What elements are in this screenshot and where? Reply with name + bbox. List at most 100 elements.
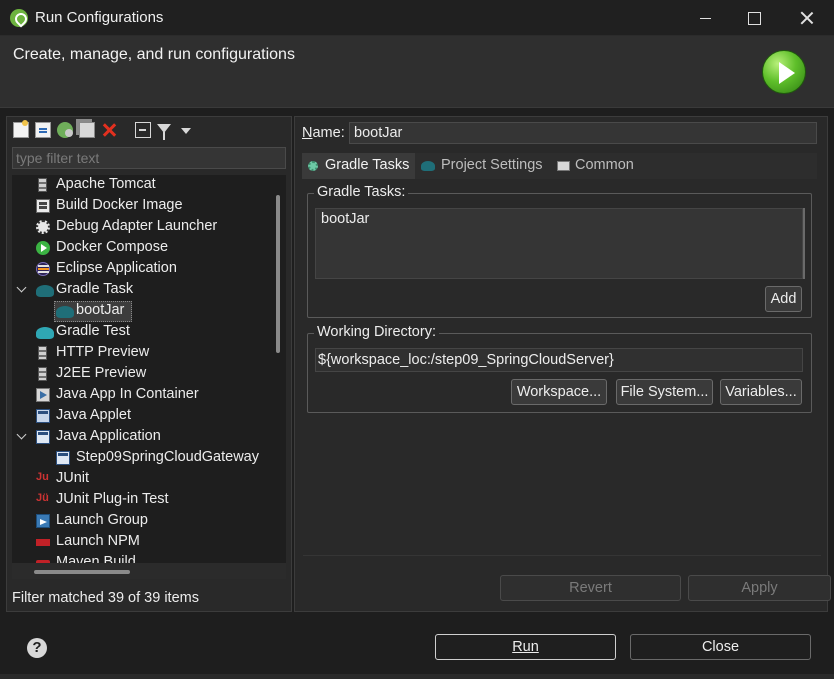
tab-project-settings[interactable]: Project Settings bbox=[415, 153, 551, 179]
gear-icon bbox=[308, 161, 318, 171]
server-icon bbox=[38, 178, 47, 192]
debug-adapter-icon bbox=[36, 220, 50, 234]
working-directory-input[interactable] bbox=[315, 348, 803, 372]
tree-vertical-scrollbar[interactable] bbox=[271, 175, 286, 563]
tree-item[interactable]: Launch NPM bbox=[12, 532, 268, 553]
filter-input[interactable] bbox=[12, 147, 286, 169]
tree-item[interactable]: bootJar bbox=[12, 301, 268, 322]
add-task-button[interactable]: Add bbox=[765, 286, 802, 312]
textarea-scrollbar[interactable] bbox=[803, 208, 805, 279]
scroll-thumb[interactable] bbox=[34, 570, 130, 574]
divider bbox=[303, 555, 821, 556]
name-label: Name: bbox=[302, 125, 345, 141]
revert-button[interactable]: Revert bbox=[500, 575, 681, 601]
tree-item-label: Launch Group bbox=[56, 512, 148, 528]
view-menu-chevron-icon[interactable] bbox=[181, 128, 191, 134]
configuration-tree[interactable]: Maven Build Launch NPM Launch Group Jü JUnit… bbox=[12, 175, 286, 563]
launch-group-icon bbox=[36, 514, 50, 528]
tree-item[interactable]: Docker Compose bbox=[12, 238, 268, 259]
tree-item[interactable]: Ju JUnit bbox=[12, 469, 268, 490]
common-tab-icon bbox=[557, 161, 570, 171]
tree-item-label: Step09SpringCloudGateway bbox=[76, 449, 259, 465]
tree-item-label: Eclipse Application bbox=[56, 260, 177, 276]
duplicate-configuration-icon[interactable] bbox=[79, 122, 95, 138]
filter-icon[interactable] bbox=[157, 124, 171, 140]
export-configuration-icon[interactable] bbox=[57, 122, 73, 138]
run-banner-icon bbox=[762, 50, 806, 94]
delete-configuration-icon[interactable] bbox=[101, 122, 117, 138]
working-directory-title: Working Directory: bbox=[314, 324, 439, 340]
dialog-footer: ? Run Close bbox=[0, 618, 834, 679]
tab-label: Common bbox=[575, 157, 634, 173]
name-input[interactable] bbox=[349, 122, 817, 144]
chevron-down-icon[interactable] bbox=[16, 282, 27, 293]
tree-item[interactable]: HTTP Preview bbox=[12, 343, 268, 364]
scroll-thumb[interactable] bbox=[276, 195, 280, 353]
variables-button[interactable]: Variables... bbox=[720, 379, 802, 405]
tree-item[interactable]: Apache Tomcat bbox=[12, 175, 268, 196]
tree-item[interactable]: Gradle Task bbox=[12, 280, 268, 301]
close-button[interactable]: Close bbox=[630, 634, 811, 660]
container-icon bbox=[36, 388, 50, 402]
tree-horizontal-scrollbar[interactable] bbox=[12, 563, 286, 579]
tree-item-label: Docker Compose bbox=[56, 239, 169, 255]
docker-compose-icon bbox=[36, 241, 50, 255]
tree-item-label: Build Docker Image bbox=[56, 197, 183, 213]
tree-item[interactable]: Gradle Test bbox=[12, 322, 268, 343]
tree-item-label: Java Applet bbox=[56, 407, 131, 423]
tab-label: Gradle Tasks bbox=[325, 157, 410, 173]
working-directory-group: Working Directory: Workspace... File Sys… bbox=[307, 324, 812, 413]
npm-icon bbox=[36, 539, 50, 546]
tree-item-label: JUnit bbox=[56, 470, 90, 486]
tab-bar: Gradle Tasks Project Settings Common bbox=[302, 153, 817, 179]
gradle-tasks-group: Gradle Tasks: bootJar Add bbox=[307, 184, 812, 318]
tree-item-label: Debug Adapter Launcher bbox=[56, 218, 218, 234]
gradle-icon bbox=[56, 306, 74, 318]
workspace-button[interactable]: Workspace... bbox=[511, 379, 607, 405]
tree-item[interactable]: Java Application bbox=[12, 427, 268, 448]
tree-item[interactable]: Step09SpringCloudGateway bbox=[12, 448, 268, 469]
tree-item[interactable]: Java Applet bbox=[12, 406, 268, 427]
tree-item-label: Gradle Test bbox=[56, 323, 130, 339]
tab-common[interactable]: Common bbox=[551, 153, 643, 179]
new-configuration-icon[interactable] bbox=[13, 120, 29, 138]
gradle-test-icon bbox=[36, 327, 54, 339]
new-prototype-icon[interactable] bbox=[35, 122, 51, 138]
tree-item[interactable]: Build Docker Image bbox=[12, 196, 268, 217]
gradle-icon bbox=[36, 285, 54, 297]
tree-item[interactable]: Jü JUnit Plug-in Test bbox=[12, 490, 268, 511]
junit-icon: Ju bbox=[36, 471, 49, 483]
minimize-button[interactable] bbox=[681, 0, 731, 36]
gradle-tasks-title: Gradle Tasks: bbox=[314, 184, 409, 200]
tree-item[interactable]: Maven Build bbox=[12, 553, 268, 563]
tree-item[interactable]: Launch Group bbox=[12, 511, 268, 532]
configuration-list-pane: Maven Build Launch NPM Launch Group Jü JUnit… bbox=[6, 116, 292, 612]
tree-item-label: Apache Tomcat bbox=[56, 176, 156, 192]
eclipse-icon bbox=[36, 262, 50, 276]
tab-gradle-tasks[interactable]: Gradle Tasks bbox=[302, 153, 415, 179]
file-system-button[interactable]: File System... bbox=[616, 379, 713, 405]
docker-build-icon bbox=[36, 199, 50, 213]
tree-item[interactable]: J2EE Preview bbox=[12, 364, 268, 385]
spring-app-icon bbox=[10, 9, 28, 27]
gradle-icon bbox=[421, 161, 435, 171]
header-banner: Create, manage, and run configurations bbox=[0, 36, 834, 108]
tree-item-label: JUnit Plug-in Test bbox=[56, 491, 169, 507]
java-app-icon bbox=[36, 430, 50, 444]
java-app-icon bbox=[56, 451, 70, 465]
run-button[interactable]: Run bbox=[435, 634, 616, 660]
collapse-all-icon[interactable] bbox=[135, 122, 151, 138]
tree-item-label: HTTP Preview bbox=[56, 344, 150, 360]
close-window-button[interactable] bbox=[780, 0, 830, 36]
chevron-down-icon[interactable] bbox=[16, 429, 27, 440]
background-strip bbox=[0, 674, 834, 679]
tree-item-label: J2EE Preview bbox=[56, 365, 147, 381]
gradle-tasks-textarea[interactable]: bootJar bbox=[315, 208, 803, 279]
apply-button[interactable]: Apply bbox=[688, 575, 831, 601]
tree-item[interactable]: Debug Adapter Launcher bbox=[12, 217, 268, 238]
help-icon[interactable]: ? bbox=[27, 638, 47, 658]
tree-item[interactable]: Java App In Container bbox=[12, 385, 268, 406]
applet-icon bbox=[36, 409, 50, 423]
tree-item[interactable]: Eclipse Application bbox=[12, 259, 268, 280]
maximize-button[interactable] bbox=[729, 0, 779, 36]
